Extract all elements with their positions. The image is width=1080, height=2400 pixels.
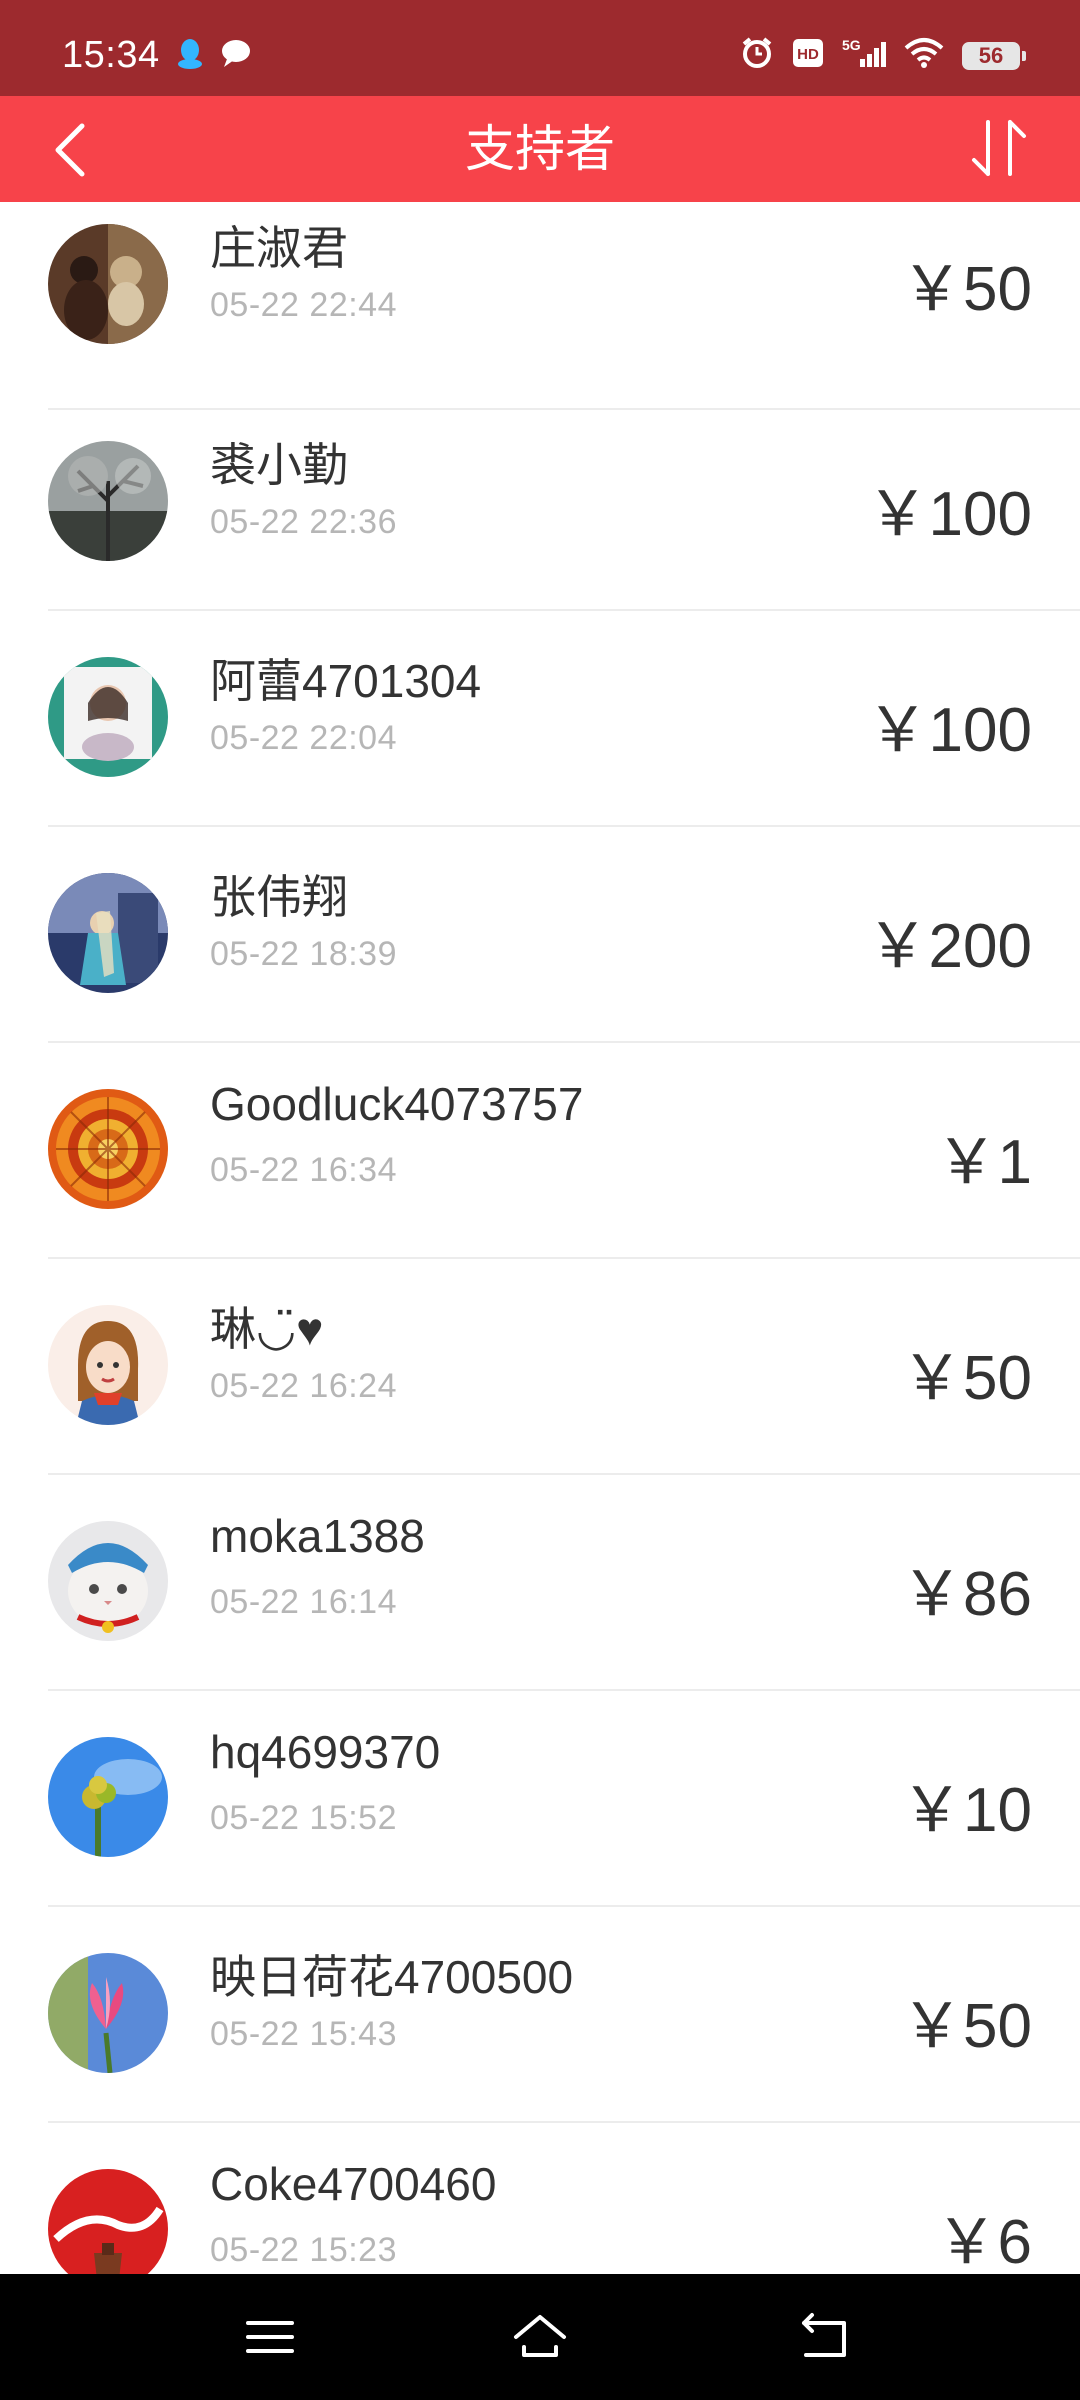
avatar[interactable]	[48, 1305, 168, 1425]
avatar[interactable]	[48, 873, 168, 993]
supporter-name: 琳◡̈♥	[210, 1303, 324, 1355]
support-time: 05-22 16:34	[210, 1151, 397, 1189]
supporters-list[interactable]: 庄淑君 05-22 22:44 ￥50 裘小勤 05-22 22:36 ￥100	[0, 202, 1080, 2274]
sort-arrows-icon	[972, 120, 1026, 176]
list-item[interactable]: 张伟翔 05-22 18:39 ￥200	[0, 827, 1080, 1043]
svg-text:5G: 5G	[842, 37, 861, 53]
chat-bubble-icon	[220, 38, 252, 75]
support-amount: ￥200	[866, 912, 1032, 981]
support-amount: ￥50	[901, 255, 1032, 324]
list-item[interactable]: 裘小勤 05-22 22:36 ￥100	[0, 395, 1080, 611]
support-amount: ￥100	[866, 696, 1032, 765]
list-item[interactable]: Coke4700460 05-22 15:23 ￥6	[0, 2123, 1080, 2274]
hd-icon: HD	[792, 38, 824, 73]
support-amount: ￥10	[901, 1776, 1032, 1845]
avatar[interactable]	[48, 1953, 168, 2073]
list-item[interactable]: 琳◡̈♥ 05-22 16:24 ￥50	[0, 1259, 1080, 1475]
sort-button[interactable]	[964, 112, 1036, 184]
system-nav-bar	[0, 2274, 1080, 2400]
avatar[interactable]	[48, 1521, 168, 1641]
support-amount: ￥6	[935, 2208, 1032, 2274]
supporter-name: 张伟翔	[210, 871, 348, 923]
wifi-icon	[904, 37, 944, 74]
avatar[interactable]	[48, 224, 168, 344]
avatar[interactable]	[48, 1737, 168, 1857]
status-time: 15:34	[62, 34, 160, 76]
support-time: 05-22 22:44	[210, 286, 397, 324]
supporter-name: 阿蕾4701304	[210, 655, 482, 707]
avatar[interactable]	[48, 2169, 168, 2274]
back-button[interactable]	[46, 120, 96, 180]
list-item[interactable]: Goodluck4073757 05-22 16:34 ￥1	[0, 1043, 1080, 1259]
menu-button[interactable]	[240, 2307, 300, 2367]
home-button[interactable]	[510, 2307, 570, 2367]
supporter-name: 裘小勤	[210, 439, 348, 491]
support-time: 05-22 15:52	[210, 1799, 397, 1837]
status-bar: 15:34 HD 5G 56	[0, 0, 1080, 96]
support-time: 05-22 15:43	[210, 2015, 397, 2053]
5g-signal-icon: 5G	[842, 37, 886, 74]
alarm-icon	[740, 36, 774, 75]
qq-penguin-icon	[176, 38, 204, 75]
list-item[interactable]: 映日荷花4700500 05-22 15:43 ￥50	[0, 1907, 1080, 2123]
supporter-name: Goodluck4073757	[210, 1078, 584, 1130]
home-icon	[514, 2315, 566, 2357]
battery-icon: 56	[962, 41, 1026, 70]
support-time: 05-22 18:39	[210, 935, 397, 973]
support-amount: ￥86	[901, 1560, 1032, 1629]
nav-bar: 支持者	[0, 96, 1080, 202]
system-back-button[interactable]	[796, 2307, 856, 2367]
list-item[interactable]: moka1388 05-22 16:14 ￥86	[0, 1475, 1080, 1691]
support-time: 05-22 22:36	[210, 503, 397, 541]
support-amount: ￥100	[866, 480, 1032, 549]
menu-lines-icon	[246, 2321, 294, 2353]
support-amount: ￥50	[901, 1344, 1032, 1413]
svg-text:HD: HD	[797, 46, 819, 63]
back-return-icon	[802, 2313, 846, 2357]
list-item[interactable]: hq4699370 05-22 15:52 ￥10	[0, 1691, 1080, 1907]
avatar[interactable]	[48, 657, 168, 777]
support-time: 05-22 22:04	[210, 719, 397, 757]
list-item[interactable]: 阿蕾4701304 05-22 22:04 ￥100	[0, 611, 1080, 827]
supporter-name: hq4699370	[210, 1726, 441, 1778]
support-amount: ￥1	[935, 1128, 1032, 1197]
supporter-name: moka1388	[210, 1510, 425, 1562]
supporter-name: 庄淑君	[210, 222, 348, 274]
supporter-name: Coke4700460	[210, 2158, 497, 2210]
support-time: 05-22 16:24	[210, 1367, 397, 1405]
avatar[interactable]	[48, 441, 168, 561]
support-time: 05-22 16:14	[210, 1583, 397, 1621]
supporter-name: 映日荷花4700500	[210, 1951, 574, 2003]
page-title: 支持者	[465, 121, 615, 177]
support-amount: ￥50	[901, 1992, 1032, 2061]
support-time: 05-22 15:23	[210, 2231, 397, 2269]
chevron-left-icon	[55, 123, 85, 177]
list-item[interactable]: 庄淑君 05-22 22:44 ￥50	[0, 202, 1080, 410]
avatar[interactable]	[48, 1089, 168, 1209]
